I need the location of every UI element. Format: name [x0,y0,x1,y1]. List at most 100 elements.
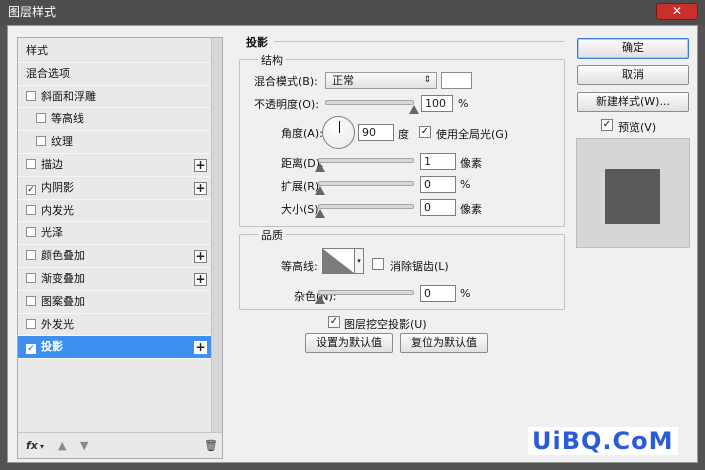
style-item-checkbox[interactable] [26,158,36,169]
style-item-checkbox[interactable] [26,90,36,101]
spread-slider-thumb[interactable] [315,186,325,195]
size-slider[interactable] [315,204,414,218]
style-item-checkbox[interactable] [26,272,36,283]
spread-input[interactable]: 0 [420,176,456,193]
contour-dropdown-icon[interactable]: ▾ [355,248,364,274]
quality-legend: 品质 [258,227,286,243]
style-item-2[interactable]: 斜面和浮雕 [18,86,211,109]
preview-label: 预览(V) [618,121,657,134]
noise-unit: % [460,287,471,300]
style-list: 样式 混合选项 斜面和浮雕 等高线 纹理 描边 + ✓ 内阴影 + 内发光 光泽 颜色叠加 + 渐变叠加 + 图… [18,40,211,360]
style-item-label: 投影 [41,340,63,354]
move-up-icon[interactable]: ▲ [58,439,66,452]
style-item-10[interactable]: 渐变叠加 + [18,268,211,291]
window-title: 图层样式 [8,5,57,19]
style-item-8[interactable]: 光泽 [18,222,211,246]
noise-input[interactable]: 0 [420,285,456,302]
style-item-7[interactable]: 内发光 [18,200,211,223]
distance-slider-thumb[interactable] [315,163,325,172]
opacity-slider[interactable] [325,100,419,114]
style-item-checkbox[interactable]: ✓ [26,184,36,195]
fx-icon[interactable]: fx [26,439,38,452]
new-style-button[interactable]: 新建样式(W)... [577,92,689,112]
style-item-label: 描边 [41,157,63,171]
knockout-checkbox[interactable]: ✓ [328,316,340,328]
distance-slider[interactable] [315,158,414,172]
style-item-checkbox[interactable] [26,250,36,261]
contour-preview[interactable] [322,248,355,274]
angle-dial[interactable] [322,116,355,149]
title-bar: 图层样式 ✕ [0,0,705,25]
ok-button[interactable]: 确定 [577,38,689,59]
style-list-scrollbar[interactable] [211,38,222,432]
style-item-6[interactable]: ✓ 内阴影 + [18,177,211,200]
style-item-1[interactable]: 混合选项 [18,63,211,86]
style-item-checkbox[interactable] [26,295,36,306]
make-default-button[interactable]: 设置为默认值 [305,333,393,353]
size-slider-thumb[interactable] [315,209,325,218]
style-item-label: 样式 [26,44,48,57]
noise-slider-thumb[interactable] [315,295,325,304]
style-item-9[interactable]: 颜色叠加 + [18,245,211,268]
style-item-checkbox[interactable] [26,318,36,329]
style-item-label: 外发光 [41,317,74,331]
style-item-13[interactable]: ✓ 投影 + [18,336,211,360]
cancel-button[interactable]: 取消 [577,65,689,85]
opacity-input[interactable]: 100 [421,95,453,112]
blend-mode-label: 混合模式(B): [254,75,318,88]
shadow-color-swatch[interactable] [441,72,472,89]
opacity-label: 不透明度(O): [254,98,319,111]
add-effect-icon[interactable]: + [194,341,207,355]
blend-mode-value: 正常 [332,74,354,87]
size-input[interactable]: 0 [420,199,456,216]
add-effect-icon[interactable]: + [194,272,207,286]
angle-unit: 度 [398,128,409,141]
style-item-12[interactable]: 外发光 [18,314,211,337]
select-arrow-icon: ⇕ [423,75,431,85]
style-item-5[interactable]: 描边 + [18,154,211,177]
distance-input[interactable]: 1 [420,153,456,170]
style-list-footer: fx ▾ ▲ ▼ 🗑 [18,432,222,458]
add-effect-icon[interactable]: + [194,158,207,172]
style-item-4[interactable]: 纹理 [18,131,211,154]
blend-mode-select[interactable]: 正常 ⇕ [325,72,437,89]
style-item-label: 图案叠加 [41,294,85,308]
angle-input[interactable]: 90 [358,124,394,141]
style-item-11[interactable]: 图案叠加 [18,291,211,314]
add-effect-icon[interactable]: + [194,250,207,264]
antialias-checkbox[interactable] [372,258,384,270]
section-divider [274,41,564,42]
style-item-label: 混合选项 [26,66,70,80]
trash-icon[interactable]: 🗑 [204,439,218,452]
style-item-label: 内阴影 [41,180,74,194]
style-item-0[interactable]: 样式 [18,40,211,63]
preview-checkbox[interactable]: ✓ [601,119,613,131]
contour-label: 等高线: [281,260,318,273]
style-item-checkbox[interactable] [26,227,36,238]
preview-area [576,138,690,248]
global-light-checkbox[interactable]: ✓ [419,126,431,138]
watermark-logo: UiBQ.CoM [528,427,678,455]
knockout-label: 图层挖空投影(U) [344,318,427,331]
global-light-label: 使用全局光(G) [436,128,509,141]
opacity-slider-thumb[interactable] [409,105,419,114]
style-item-checkbox[interactable] [36,113,46,124]
style-item-label: 光泽 [41,226,63,240]
close-button[interactable]: ✕ [656,3,698,20]
add-effect-icon[interactable]: + [194,181,207,195]
style-item-label: 颜色叠加 [41,249,85,263]
move-down-icon[interactable]: ▼ [80,439,88,452]
style-item-checkbox[interactable] [26,204,36,215]
style-item-3[interactable]: 等高线 [18,108,211,132]
style-item-checkbox[interactable] [36,136,46,147]
opacity-unit: % [458,97,469,110]
structure-legend: 结构 [258,52,286,68]
noise-slider[interactable] [315,290,414,304]
reset-default-button[interactable]: 复位为默认值 [400,333,488,353]
spread-unit: % [460,178,471,191]
style-item-checkbox[interactable]: ✓ [26,344,36,355]
section-title: 投影 [246,36,268,49]
preview-square [605,169,660,224]
spread-slider[interactable] [315,181,414,195]
fx-dropdown-icon[interactable]: ▾ [40,442,44,451]
